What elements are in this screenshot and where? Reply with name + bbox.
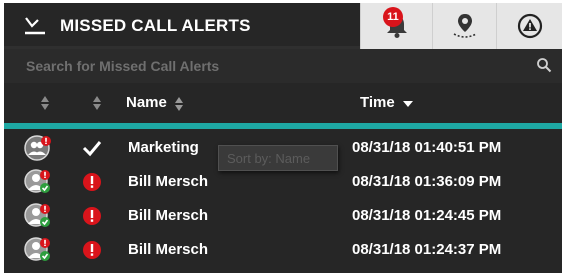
contact-name: Marketing bbox=[128, 139, 199, 156]
alert-time: 08/31/18 01:40:51 PM bbox=[352, 139, 502, 156]
alert-red-icon bbox=[83, 173, 101, 191]
alert-red-icon bbox=[83, 241, 101, 259]
group-avatar-icon bbox=[24, 135, 51, 161]
sort-tooltip: Sort by: Name bbox=[218, 145, 338, 171]
sort-status-column-icon[interactable] bbox=[92, 95, 102, 111]
sort-name-icon[interactable] bbox=[174, 96, 184, 112]
table-row[interactable]: Bill Mersch 08/31/18 01:24:37 PM bbox=[4, 233, 562, 267]
search-bar bbox=[4, 49, 562, 83]
search-icon[interactable] bbox=[536, 57, 552, 73]
contact-name: Bill Mersch bbox=[128, 207, 209, 224]
column-header-time[interactable]: Time bbox=[360, 83, 395, 123]
table-header: Name Time bbox=[4, 83, 562, 123]
alert-time: 08/31/18 01:24:45 PM bbox=[352, 207, 502, 224]
tab-notifications[interactable]: 11 bbox=[360, 3, 432, 49]
tab-emergency[interactable] bbox=[496, 3, 562, 49]
column-header-name[interactable]: Name bbox=[126, 83, 167, 123]
sort-avatar-column-icon[interactable] bbox=[40, 95, 50, 111]
notification-count-badge: 11 bbox=[383, 7, 403, 27]
search-input[interactable] bbox=[26, 55, 526, 77]
user-avatar-icon bbox=[24, 203, 50, 227]
missed-call-alerts-panel: MISSED CALL ALERTS 11 Search for Missed … bbox=[4, 3, 562, 273]
alert-red-icon bbox=[83, 207, 101, 225]
tab-bar: MISSED CALL ALERTS 11 bbox=[4, 3, 562, 49]
alert-time: 08/31/18 01:24:37 PM bbox=[352, 241, 502, 258]
alert-time: 08/31/18 01:36:09 PM bbox=[352, 173, 502, 190]
contact-name: Bill Mersch bbox=[128, 241, 209, 258]
panel-title: MISSED CALL ALERTS bbox=[60, 16, 251, 35]
sort-descending-icon[interactable] bbox=[402, 100, 414, 108]
contact-name: Bill Mersch bbox=[128, 173, 209, 190]
tab-missed-call-alerts[interactable]: MISSED CALL ALERTS bbox=[4, 3, 360, 49]
table-row[interactable]: Bill Mersch 08/31/18 01:24:45 PM bbox=[4, 199, 562, 233]
map-marker-icon bbox=[453, 14, 476, 38]
user-avatar-icon bbox=[24, 169, 50, 193]
missed-call-icon bbox=[25, 17, 45, 35]
user-avatar-icon bbox=[24, 237, 50, 261]
warning-triangle-icon bbox=[517, 13, 542, 39]
checkmark-icon bbox=[82, 141, 102, 157]
tab-location[interactable] bbox=[432, 3, 496, 49]
